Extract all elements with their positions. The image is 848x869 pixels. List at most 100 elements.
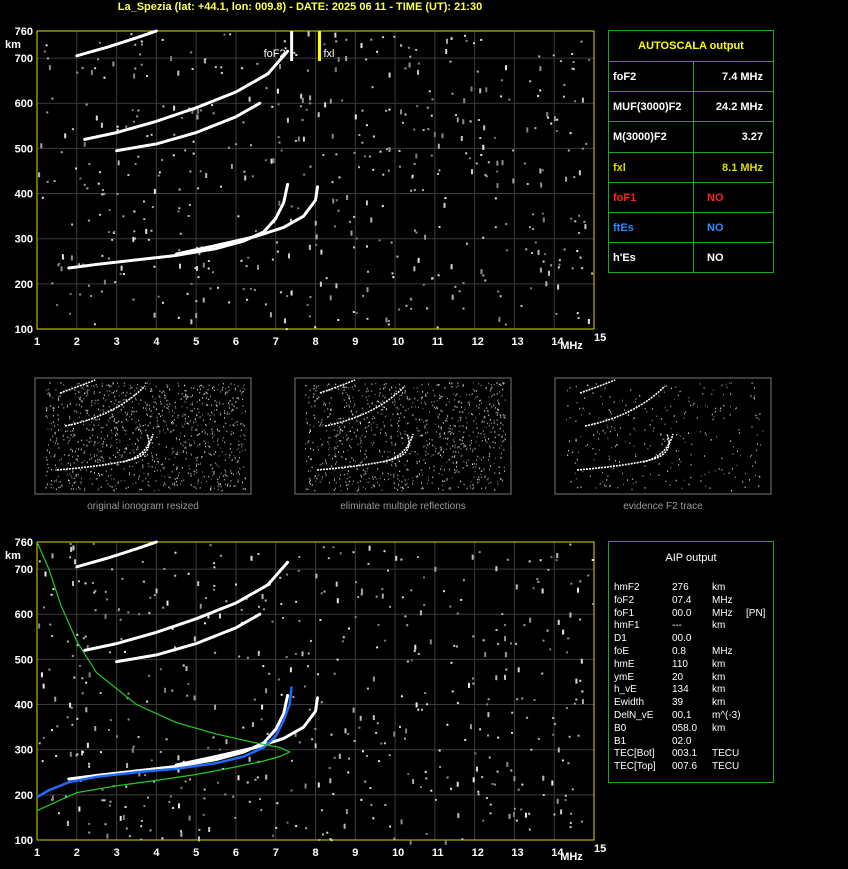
noise-dot [471,169,473,175]
thumbnail-noise [75,393,76,395]
noise-dot [545,281,548,287]
noise-dot [127,611,130,614]
thumbnail-noise [231,472,233,475]
thumbnail-noise [504,470,505,472]
thumbnail-noise [215,404,217,406]
thumbnail-noise [89,458,91,461]
thumbnail-noise [384,396,386,399]
thumbnail-noise [237,447,239,450]
noise-dot [482,819,485,822]
thumbnail-noise [236,461,238,463]
thumbnail-noise [442,489,444,491]
thumbnail-noise [328,454,329,457]
thumbnail-noise [305,488,307,490]
thumbnail-noise [730,440,732,442]
thumbnail-noise [502,382,504,384]
thumbnail-noise [450,488,452,491]
noise-dot [272,834,275,837]
noise-dot [277,136,280,138]
thumbnail-noise [46,470,48,473]
noise-dot [468,682,470,688]
thumbnail-noise [74,389,76,391]
thumbnail-noise [156,416,158,419]
thumbnail-noise [207,412,209,415]
noise-dot [423,576,425,579]
noise-dot [121,577,124,580]
thumbnail-noise [335,455,337,458]
thumbnail-noise [341,456,343,458]
aip-k: B1 [614,735,627,747]
autoscala-key: h'Es [613,252,636,265]
thumbnail-noise [48,392,50,394]
thumbnail-noise [456,382,458,384]
thumbnail-noise [446,417,448,420]
thumbnail-noise [348,480,350,483]
noise-dot [398,165,401,168]
noise-dot [542,260,545,263]
thumbnail-noise [699,383,701,385]
thumbnail-noise [452,408,454,411]
thumbnail-noise [172,415,173,417]
thumbnail-noise [375,404,377,407]
noise-dot [38,742,41,745]
thumbnail-noise [118,401,120,403]
aip-v: 276 [672,582,689,593]
noise-dot [140,825,143,828]
noise-dot [446,776,449,779]
thumbnail-noise [493,447,495,449]
thumbnail-noise [379,477,381,480]
thumbnail-noise [613,401,615,403]
thumbnail-noise [374,476,376,478]
thumbnail-noise [114,395,116,398]
aip-u: TECU [712,761,740,773]
thumbnail-noise [421,486,423,488]
thumbnail-noise [441,410,443,413]
noise-dot [366,687,369,690]
aip-k: hmF2 [614,582,640,593]
noise-dot [569,822,572,824]
thumbnail-noise [190,473,192,475]
thumbnail-noise [495,411,497,414]
noise-dot [214,651,217,654]
thumbnail-noise [478,478,480,481]
thumbnail-noise [330,397,332,399]
thumbnail-noise [622,399,623,402]
thumbnail-noise [344,426,346,428]
thumbnail-noise [440,395,442,398]
noise-dot [122,814,125,820]
thumbnail-noise [663,391,665,393]
thumbnail-noise [589,475,591,477]
noise-dot [425,833,428,835]
noise-dot [202,813,205,816]
thumbnail-noise [346,401,348,404]
noise-dot [429,639,432,645]
thumbnail-noise [241,422,243,425]
thumbnail-noise [151,415,153,417]
thumbnail-noise [49,382,51,384]
thumbnail-noise [105,399,107,401]
thumbnail-noise [171,422,173,425]
thumbnail-noise [199,384,201,387]
thumbnail-noise [209,446,211,448]
x-tick-label: 11 [432,847,444,859]
noise-dot [116,192,119,195]
noise-dot [92,542,95,545]
noise-dot [410,189,413,192]
thumbnail-noise [585,445,587,447]
thumbnail-noise [97,418,99,421]
thumbnail-noise [721,469,723,471]
thumbnail-noise [81,400,83,403]
noise-dot [271,258,274,261]
noise-dot [558,259,561,262]
thumbnail-noise [375,382,377,385]
noise-dot [85,707,88,713]
thumbnail-noise [489,403,491,406]
thumbnail-noise [711,413,713,416]
noise-dot [198,836,200,842]
noise-dot [332,546,335,549]
thumbnail-noise [185,441,187,444]
noise-dot [42,606,45,609]
noise-dot [550,264,553,267]
noise-dot [564,799,567,801]
thumbnail-noise [373,422,375,424]
